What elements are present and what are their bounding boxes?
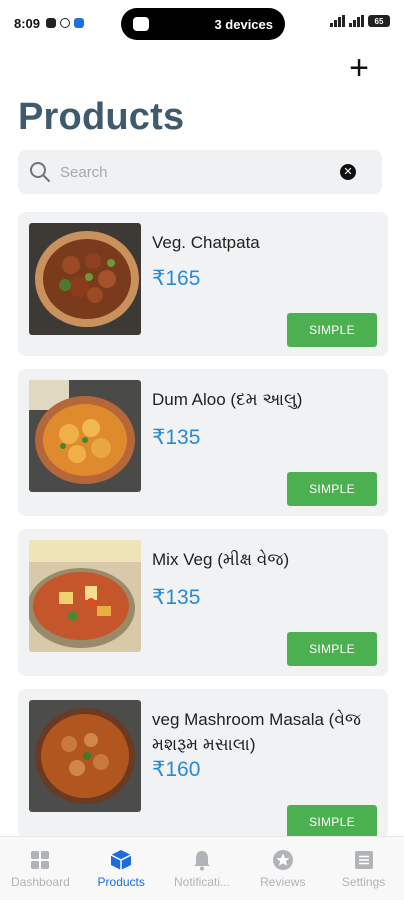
- tab-reviews[interactable]: Reviews: [242, 837, 323, 900]
- product-price: ₹165: [152, 267, 201, 290]
- star-icon: [272, 849, 293, 870]
- product-type-button[interactable]: SIMPLE: [287, 472, 377, 506]
- product-name: veg Mashroom Masala (વેજ મશરૂમ મસાલા): [152, 710, 362, 754]
- system-status-icons: 65: [330, 15, 390, 27]
- bell-icon: [193, 850, 210, 870]
- product-card[interactable]: Dum Aloo (દમ આલુ) ₹135 SIMPLE: [18, 369, 388, 516]
- status-time: 8:09: [14, 15, 41, 31]
- signal-icon: [330, 15, 345, 27]
- add-product-button[interactable]: +: [344, 51, 374, 85]
- tab-products[interactable]: Products: [81, 837, 162, 900]
- tab-label: Products: [97, 874, 145, 889]
- whatsapp-icon: [60, 18, 71, 28]
- product-image: [29, 700, 141, 812]
- product-type-button[interactable]: SIMPLE: [287, 313, 377, 347]
- product-image: [29, 540, 141, 652]
- product-price: ₹135: [152, 426, 201, 449]
- product-card[interactable]: Mix Veg (મીક્ષ વેજ) ₹135 SIMPLE: [18, 529, 388, 676]
- bottom-tab-bar: Dashboard Products Notificati... Reviews…: [0, 836, 404, 900]
- product-card[interactable]: veg Mashroom Masala (વેજ મશરૂમ મસાલા) ₹1…: [18, 689, 388, 839]
- product-type-button[interactable]: SIMPLE: [287, 632, 377, 666]
- notification-icons: [46, 18, 85, 28]
- grid-icon: [31, 850, 50, 869]
- devices-icon: [133, 17, 149, 31]
- clear-search-icon[interactable]: ✕: [340, 164, 356, 180]
- signal-icon-2: [349, 15, 364, 27]
- page-title: Products: [18, 96, 185, 138]
- product-price: ₹160: [152, 758, 201, 781]
- devices-pill[interactable]: 3 devices: [121, 8, 285, 40]
- devices-pill-label: 3 devices: [214, 16, 273, 32]
- box-icon: [110, 849, 132, 870]
- tab-label: Reviews: [260, 874, 306, 889]
- tab-label: Notificati...: [173, 874, 230, 889]
- tab-dashboard[interactable]: Dashboard: [0, 837, 81, 900]
- product-name: Mix Veg (મીક્ષ વેજ): [152, 550, 290, 569]
- list-icon: [354, 850, 373, 869]
- product-name: Dum Aloo (દમ આલુ): [152, 390, 303, 409]
- tab-notifications[interactable]: Notificati...: [162, 837, 243, 900]
- search-input[interactable]: [60, 163, 340, 181]
- product-list: Veg. Chatpata ₹165 SIMPLE Dum Aloo (દમ આ…: [18, 212, 388, 852]
- chat-app-icon: [74, 18, 85, 28]
- tab-settings[interactable]: Settings: [323, 837, 404, 900]
- product-name: Veg. Chatpata: [152, 233, 260, 252]
- product-image: [29, 223, 141, 335]
- product-image: [29, 380, 141, 492]
- notification-icon: [46, 18, 57, 28]
- search-bar[interactable]: ✕: [18, 150, 382, 194]
- product-type-button[interactable]: SIMPLE: [287, 805, 377, 839]
- battery-icon: 65: [368, 15, 390, 27]
- product-card[interactable]: Veg. Chatpata ₹165 SIMPLE: [18, 212, 388, 356]
- search-icon: [30, 162, 50, 182]
- tab-label: Settings: [341, 874, 386, 889]
- product-price: ₹135: [152, 586, 201, 609]
- tab-label: Dashboard: [11, 874, 70, 889]
